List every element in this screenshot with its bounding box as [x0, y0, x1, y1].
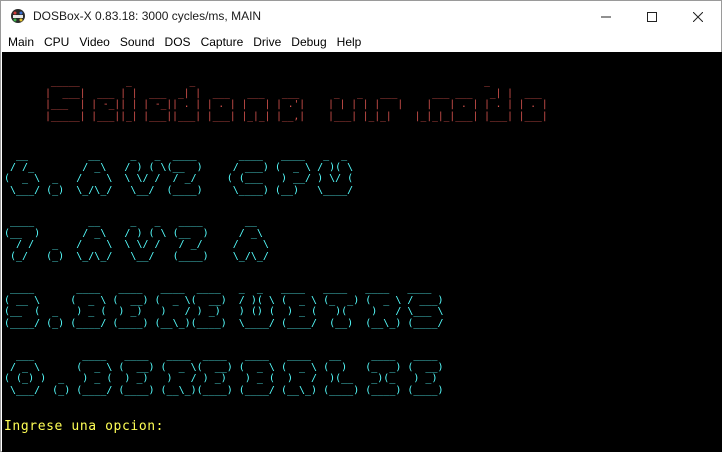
- menu-cpu[interactable]: CPU: [44, 32, 69, 52]
- menu-help[interactable]: Help: [337, 32, 362, 52]
- menu-option-4: ___ ____ ____ ____ ____ ____ ____ __ ___…: [4, 350, 444, 396]
- menu-video[interactable]: Video: [79, 32, 109, 52]
- maximize-button[interactable]: [629, 1, 675, 32]
- menu-sound[interactable]: Sound: [120, 32, 155, 52]
- menu-capture[interactable]: Capture: [201, 32, 244, 52]
- close-icon: [693, 11, 703, 22]
- menu-dos[interactable]: DOS: [165, 32, 191, 52]
- menu-option-1: __ __ _ _ ____ ____ ____ _ _ / /_ / _\ /…: [4, 150, 354, 196]
- dosbox-window: DOSBox-X 0.83.18: 3000 cycles/ms, MAIN M…: [0, 0, 722, 452]
- banner-ascii-art: _____ _ _ _ | ___| ___ | | ___ _| | ___ …: [45, 76, 548, 122]
- input-prompt: Ingrese una opcion:: [4, 419, 165, 434]
- window-title: DOSBox-X 0.83.18: 3000 cycles/ms, MAIN: [33, 9, 262, 23]
- dos-screen[interactable]: _____ _ _ _ | ___| ___ | | ___ _| | ___ …: [2, 52, 722, 452]
- minimize-icon: [601, 16, 611, 17]
- menu-option-2: ____ __ _ _ ____ __ (__ ) / _\ / ) ( \ (…: [4, 216, 269, 262]
- menu-debug[interactable]: Debug: [291, 32, 326, 52]
- menu-main[interactable]: Main: [8, 32, 34, 52]
- menu-drive[interactable]: Drive: [253, 32, 281, 52]
- minimize-button[interactable]: [583, 1, 629, 32]
- menu-bar: Main CPU Video Sound DOS Capture Drive D…: [1, 32, 721, 52]
- menu-option-3: ____ ____ ____ ____ ____ _ _ ____ ____ _…: [4, 283, 444, 329]
- dosbox-app-icon: [11, 9, 25, 23]
- maximize-icon: [647, 11, 657, 22]
- close-button[interactable]: [675, 1, 721, 32]
- title-bar[interactable]: DOSBox-X 0.83.18: 3000 cycles/ms, MAIN: [1, 1, 721, 32]
